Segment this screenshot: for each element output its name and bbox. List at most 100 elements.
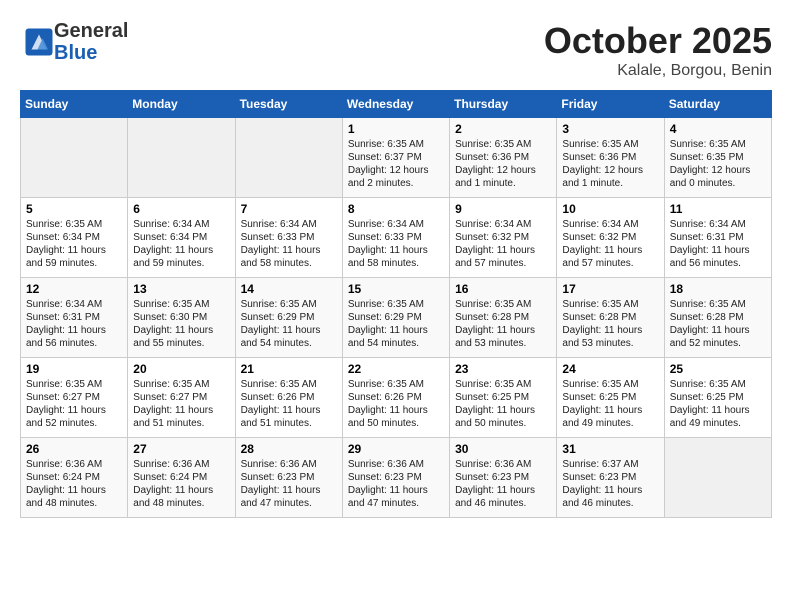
day-info: Sunrise: 6:35 AM Sunset: 6:28 PM Dayligh… [562,298,658,350]
day-number: 26 [26,442,122,456]
day-number: 15 [348,282,444,296]
calendar-cell: 21 Sunrise: 6:35 AM Sunset: 6:26 PM Dayli… [235,358,342,438]
calendar-cell: 10 Sunrise: 6:34 AM Sunset: 6:32 PM Dayli… [557,198,664,278]
calendar-cell: 13Sunrise: 6:35 AM Sunset: 6:30 PM Dayli… [128,278,235,358]
day-info: Sunrise: 6:35 AM Sunset: 6:27 PM Dayligh… [133,378,229,430]
day-number: 11 [670,202,766,216]
calendar-cell: 9 Sunrise: 6:34 AM Sunset: 6:32 PM Daylig… [450,198,557,278]
calendar-cell: 14 Sunrise: 6:35 AM Sunset: 6:29 PM Dayli… [235,278,342,358]
day-number: 18 [670,282,766,296]
day-number: 8 [348,202,444,216]
logo-text: General Blue [54,20,128,64]
weekday-header-tuesday: Tuesday [235,91,342,118]
calendar-cell: 6 Sunrise: 6:34 AM Sunset: 6:34 PM Daylig… [128,198,235,278]
day-number: 17 [562,282,658,296]
day-number: 21 [241,362,337,376]
calendar-cell: 19Sunrise: 6:35 AM Sunset: 6:27 PM Dayli… [21,358,128,438]
day-info: Sunrise: 6:35 AM Sunset: 6:37 PM Dayligh… [348,138,444,190]
day-info: Sunrise: 6:34 AM Sunset: 6:31 PM Dayligh… [670,218,766,270]
calendar-cell [235,118,342,198]
day-number: 13 [133,282,229,296]
day-number: 16 [455,282,551,296]
calendar-cell: 31 Sunrise: 6:37 AM Sunset: 6:23 PM Dayli… [557,438,664,518]
logo-icon [24,27,54,57]
day-info: Sunrise: 6:36 AM Sunset: 6:23 PM Dayligh… [241,458,337,510]
day-number: 25 [670,362,766,376]
calendar-cell: 22 Sunrise: 6:35 AM Sunset: 6:26 PM Dayli… [342,358,449,438]
weekday-header-thursday: Thursday [450,91,557,118]
day-number: 10 [562,202,658,216]
calendar-cell [21,118,128,198]
month-title: October 2025 [544,20,772,62]
day-number: 20 [133,362,229,376]
calendar-cell: 27 Sunrise: 6:36 AM Sunset: 6:24 PM Dayli… [128,438,235,518]
day-number: 9 [455,202,551,216]
day-number: 23 [455,362,551,376]
day-info: Sunrise: 6:35 AM Sunset: 6:26 PM Dayligh… [348,378,444,430]
calendar-cell: 1 Sunrise: 6:35 AM Sunset: 6:37 PM Daylig… [342,118,449,198]
day-info: Sunrise: 6:36 AM Sunset: 6:23 PM Dayligh… [348,458,444,510]
day-number: 29 [348,442,444,456]
day-info: Sunrise: 6:36 AM Sunset: 6:24 PM Dayligh… [26,458,122,510]
day-info: Sunrise: 6:35 AM Sunset: 6:26 PM Dayligh… [241,378,337,430]
day-number: 2 [455,122,551,136]
day-info: Sunrise: 6:35 AM Sunset: 6:27 PM Dayligh… [26,378,122,430]
calendar-cell [664,438,771,518]
day-number: 12 [26,282,122,296]
day-number: 1 [348,122,444,136]
day-number: 31 [562,442,658,456]
calendar-cell: 7 Sunrise: 6:34 AM Sunset: 6:33 PM Daylig… [235,198,342,278]
page-header: General Blue October 2025 Kalale, Borgou… [20,20,772,80]
day-info: Sunrise: 6:35 AM Sunset: 6:25 PM Dayligh… [455,378,551,430]
calendar-table: SundayMondayTuesdayWednesdayThursdayFrid… [20,90,772,518]
day-info: Sunrise: 6:34 AM Sunset: 6:34 PM Dayligh… [133,218,229,270]
calendar-cell: 4Sunrise: 6:35 AM Sunset: 6:35 PM Daylig… [664,118,771,198]
day-number: 7 [241,202,337,216]
calendar-cell: 26 Sunrise: 6:36 AM Sunset: 6:24 PM Dayli… [21,438,128,518]
day-info: Sunrise: 6:34 AM Sunset: 6:33 PM Dayligh… [241,218,337,270]
calendar-week-row: 5Sunrise: 6:35 AM Sunset: 6:34 PM Daylig… [21,198,772,278]
location-title: Kalale, Borgou, Benin [544,62,772,80]
day-info: Sunrise: 6:34 AM Sunset: 6:32 PM Dayligh… [455,218,551,270]
calendar-cell: 3Sunrise: 6:35 AM Sunset: 6:36 PM Daylig… [557,118,664,198]
day-info: Sunrise: 6:35 AM Sunset: 6:29 PM Dayligh… [241,298,337,350]
calendar-cell: 28Sunrise: 6:36 AM Sunset: 6:23 PM Dayli… [235,438,342,518]
weekday-header-monday: Monday [128,91,235,118]
calendar-cell: 24Sunrise: 6:35 AM Sunset: 6:25 PM Dayli… [557,358,664,438]
calendar-cell: 25 Sunrise: 6:35 AM Sunset: 6:25 PM Dayli… [664,358,771,438]
day-info: Sunrise: 6:34 AM Sunset: 6:32 PM Dayligh… [562,218,658,270]
calendar-cell: 17 Sunrise: 6:35 AM Sunset: 6:28 PM Dayli… [557,278,664,358]
day-info: Sunrise: 6:35 AM Sunset: 6:25 PM Dayligh… [562,378,658,430]
calendar-week-row: 12 Sunrise: 6:34 AM Sunset: 6:31 PM Dayli… [21,278,772,358]
day-info: Sunrise: 6:35 AM Sunset: 6:36 PM Dayligh… [562,138,658,190]
weekday-header-sunday: Sunday [21,91,128,118]
logo: General Blue [20,20,128,64]
calendar-week-row: 19Sunrise: 6:35 AM Sunset: 6:27 PM Dayli… [21,358,772,438]
day-info: Sunrise: 6:35 AM Sunset: 6:28 PM Dayligh… [455,298,551,350]
day-number: 22 [348,362,444,376]
calendar-cell: 16 Sunrise: 6:35 AM Sunset: 6:28 PM Dayli… [450,278,557,358]
calendar-week-row: 26 Sunrise: 6:36 AM Sunset: 6:24 PM Dayli… [21,438,772,518]
logo-blue: Blue [54,42,97,64]
day-number: 27 [133,442,229,456]
day-info: Sunrise: 6:37 AM Sunset: 6:23 PM Dayligh… [562,458,658,510]
weekday-header-friday: Friday [557,91,664,118]
weekday-header-wednesday: Wednesday [342,91,449,118]
day-info: Sunrise: 6:35 AM Sunset: 6:25 PM Dayligh… [670,378,766,430]
day-info: Sunrise: 6:36 AM Sunset: 6:24 PM Dayligh… [133,458,229,510]
weekday-header-row: SundayMondayTuesdayWednesdayThursdayFrid… [21,91,772,118]
day-info: Sunrise: 6:34 AM Sunset: 6:31 PM Dayligh… [26,298,122,350]
calendar-cell: 11 Sunrise: 6:34 AM Sunset: 6:31 PM Dayli… [664,198,771,278]
day-info: Sunrise: 6:35 AM Sunset: 6:35 PM Dayligh… [670,138,766,190]
calendar-cell: 18Sunrise: 6:35 AM Sunset: 6:28 PM Dayli… [664,278,771,358]
calendar-cell: 2 Sunrise: 6:35 AM Sunset: 6:36 PM Daylig… [450,118,557,198]
title-block: October 2025 Kalale, Borgou, Benin [544,20,772,80]
day-number: 6 [133,202,229,216]
day-info: Sunrise: 6:35 AM Sunset: 6:36 PM Dayligh… [455,138,551,190]
calendar-cell: 29 Sunrise: 6:36 AM Sunset: 6:23 PM Dayli… [342,438,449,518]
calendar-cell: 23 Sunrise: 6:35 AM Sunset: 6:25 PM Dayli… [450,358,557,438]
day-number: 14 [241,282,337,296]
calendar-cell [128,118,235,198]
calendar-cell: 12 Sunrise: 6:34 AM Sunset: 6:31 PM Dayli… [21,278,128,358]
day-info: Sunrise: 6:35 AM Sunset: 6:34 PM Dayligh… [26,218,122,270]
